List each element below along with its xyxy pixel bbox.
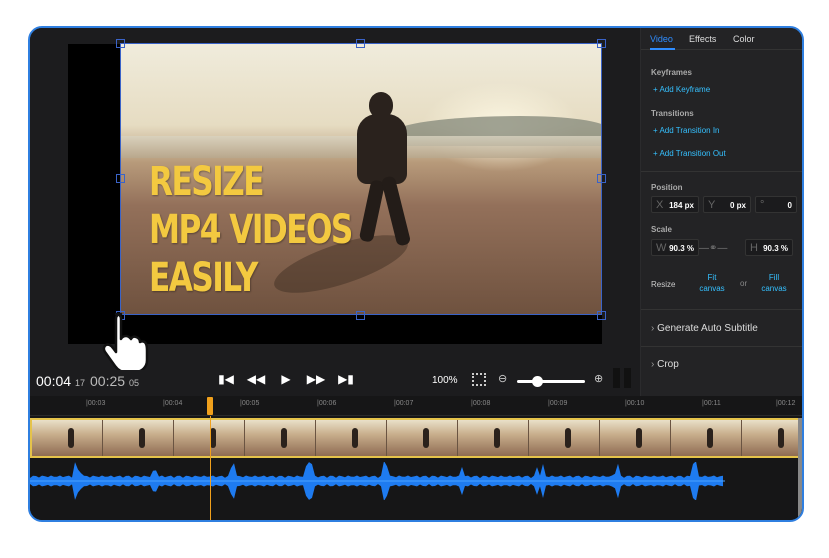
playhead-line <box>210 416 211 520</box>
play-icon[interactable]: ▶ <box>276 372 296 386</box>
keyframes-heading: Keyframes <box>651 68 692 77</box>
clip-thumbnail <box>245 420 316 456</box>
position-y-field[interactable]: Y 0 px <box>703 196 751 213</box>
ruler-tick: |00:12 <box>776 400 796 407</box>
clip-thumbnail <box>316 420 387 456</box>
timeline-scrollbar[interactable] <box>798 418 802 520</box>
clip-thumbnail <box>32 420 103 456</box>
divider <box>641 346 802 347</box>
ruler-tick: |00:10 <box>625 400 645 407</box>
ruler-tick: |00:08 <box>471 400 491 407</box>
zoom-slider-thumb[interactable] <box>532 376 544 387</box>
ruler-tick: |00:05 <box>240 400 260 407</box>
add-transition-in-button[interactable]: + Add Transition In <box>653 126 720 135</box>
ruler-tick: |00:11 <box>702 400 721 407</box>
position-heading: Position <box>651 183 683 192</box>
divider <box>641 171 802 172</box>
headline-line: MP4 VIDEOS <box>149 207 353 253</box>
skip-to-end-icon[interactable]: ▶▮ <box>336 372 356 386</box>
transitions-heading: Transitions <box>651 109 694 118</box>
runner-body <box>357 114 407 184</box>
playback-controls: 00:04 17 00:25 05 ▮◀ ◀◀ ▶ ▶▶ ▶▮ 100% ⊖ ⊕ <box>30 368 640 396</box>
ruler-tick: |00:07 <box>394 400 414 407</box>
playhead-handle[interactable] <box>207 397 213 415</box>
resize-handle-top[interactable] <box>356 39 365 48</box>
skip-to-start-icon[interactable]: ▮◀ <box>216 372 236 386</box>
scale-height-field[interactable]: H 90.3 % <box>745 239 793 256</box>
ruler-tick: |00:03 <box>86 400 106 407</box>
preview-area: RESIZE MP4 VIDEOS EASILY <box>30 28 640 396</box>
audio-waveform[interactable] <box>30 462 725 500</box>
or-label: or <box>740 279 748 288</box>
generate-auto-subtitle-section[interactable]: › Generate Auto Subtitle <box>651 323 758 334</box>
clip-thumbnail <box>529 420 600 456</box>
current-time: 00:04 17 <box>36 373 85 389</box>
headline-line: RESIZE <box>149 159 265 205</box>
position-x-field[interactable]: X 184 px <box>651 196 699 213</box>
zoom-out-icon[interactable]: ⊖ <box>498 372 507 385</box>
resize-label: Resize <box>651 280 676 289</box>
hand-pointer-icon <box>102 312 149 370</box>
fast-forward-icon[interactable]: ▶▶ <box>306 372 326 386</box>
chevron-right-icon: › <box>651 323 655 334</box>
time-ruler[interactable]: |00:03 |00:04 |00:05 |00:06 |00:07 |00:0… <box>30 396 802 416</box>
headline-line: EASILY <box>149 255 258 301</box>
chevron-right-icon: › <box>651 359 655 370</box>
panel-tabs: Video Effects Color <box>641 28 802 50</box>
fullscreen-icon[interactable] <box>472 373 486 386</box>
clip-thumbnail <box>387 420 458 456</box>
zoom-slider-track[interactable] <box>517 380 585 383</box>
total-time: 00:25 05 <box>90 373 139 389</box>
zoom-in-icon[interactable]: ⊕ <box>594 372 603 385</box>
rewind-icon[interactable]: ◀◀ <box>246 372 266 386</box>
add-keyframe-button[interactable]: + Add Keyframe <box>653 85 710 94</box>
crop-section[interactable]: › Crop <box>651 359 679 370</box>
timeline: |00:03 |00:04 |00:05 |00:06 |00:07 |00:0… <box>30 396 802 520</box>
properties-panel: Video Effects Color Keyframes + Add Keyf… <box>640 28 802 396</box>
ruler-tick: |00:04 <box>163 400 183 407</box>
clip-thumbnail <box>458 420 529 456</box>
resize-handle-right[interactable] <box>597 174 606 183</box>
active-tab-indicator <box>650 48 675 50</box>
scale-heading: Scale <box>651 225 672 234</box>
divider <box>641 309 802 310</box>
ruler-tick: |00:09 <box>548 400 568 407</box>
headline-text: RESIZE MP4 VIDEOS EASILY <box>149 158 353 302</box>
tab-color[interactable]: Color <box>733 34 755 44</box>
runner-leg <box>358 179 386 243</box>
resize-handle-bottom[interactable] <box>356 311 365 320</box>
rotation-field[interactable]: ° 0 <box>755 196 797 213</box>
scale-width-field[interactable]: W 90.3 % <box>651 239 699 256</box>
clip-thumbnail <box>103 420 174 456</box>
clip-thumbnail <box>671 420 742 456</box>
ruler-tick: |00:06 <box>317 400 337 407</box>
link-ratio-icon[interactable]: —⚭— <box>699 243 727 254</box>
tab-video[interactable]: Video <box>650 34 673 44</box>
resize-handle-top-right[interactable] <box>597 39 606 48</box>
fill-canvas-button[interactable]: Fill canvas <box>759 272 789 294</box>
editor-window: RESIZE MP4 VIDEOS EASILY 00:04 17 00:25 … <box>28 26 804 522</box>
clip-thumbnail <box>742 420 800 456</box>
add-transition-out-button[interactable]: + Add Transition Out <box>653 149 726 158</box>
fit-canvas-button[interactable]: Fit canvas <box>697 272 727 294</box>
zoom-percent: 100% <box>432 375 458 386</box>
resize-handle-left[interactable] <box>116 174 125 183</box>
resize-handle-top-left[interactable] <box>116 39 125 48</box>
clip-thumbnail <box>600 420 671 456</box>
tab-effects[interactable]: Effects <box>689 34 716 44</box>
video-track-clip[interactable] <box>30 418 802 458</box>
split-handle[interactable] <box>613 368 633 388</box>
resize-handle-bottom-right[interactable] <box>597 311 606 320</box>
